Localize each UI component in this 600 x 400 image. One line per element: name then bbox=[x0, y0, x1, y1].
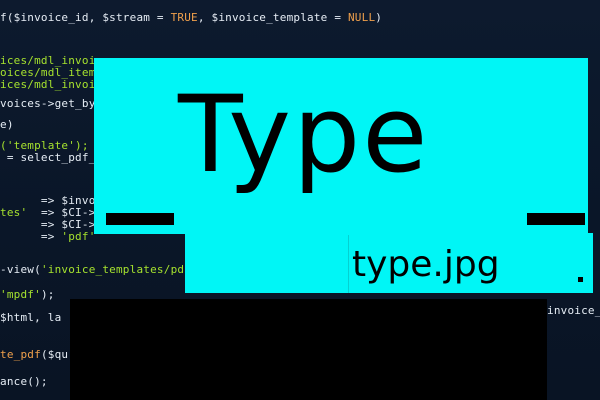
hero-title: Type bbox=[178, 73, 430, 196]
code-token: f($invoice_id, $stream = bbox=[0, 11, 171, 24]
code-line: voices->get_by_ bbox=[0, 97, 102, 110]
subtitle-dot bbox=[578, 277, 583, 282]
code-line: $html, la bbox=[0, 311, 61, 324]
code-token: -view( bbox=[0, 263, 41, 276]
hero-subtitle: type.jpg bbox=[352, 244, 500, 285]
subtitle-divider bbox=[348, 235, 349, 293]
code-line: = select_pdf_ bbox=[0, 151, 96, 164]
code-token: , $invoice_template = bbox=[197, 11, 348, 24]
code-line: f($invoice_id, $stream = TRUE, $invoice_… bbox=[0, 11, 382, 24]
code-token: 'invoice_templates/pdf bbox=[40, 263, 192, 276]
underscore-left bbox=[106, 213, 174, 225]
code-line: => 'pdf' bbox=[0, 230, 96, 243]
underscore-right bbox=[527, 213, 585, 225]
code-line: -view('invoice_templates/pdf bbox=[0, 263, 191, 276]
code-token: ($qu bbox=[40, 348, 69, 361]
code-token: TRUE bbox=[170, 11, 198, 24]
image-canvas: f($invoice_id, $stream = TRUE, $invoice_… bbox=[0, 0, 600, 400]
code-token: = select_pdf_ bbox=[0, 151, 96, 164]
code-token: ); bbox=[40, 288, 55, 301]
code-token: 'pdf' bbox=[61, 230, 96, 243]
code-token: e) bbox=[0, 118, 14, 131]
code-line: ices/mdl_invoic bbox=[0, 78, 102, 91]
code-token: ices/mdl_invoic bbox=[0, 78, 103, 91]
code-token: 'mpdf' bbox=[0, 288, 41, 301]
code-line: e) bbox=[0, 118, 14, 131]
code-token: te_pdf bbox=[0, 348, 41, 361]
black-block bbox=[70, 299, 547, 400]
code-token: $html, la bbox=[0, 311, 62, 324]
code-right-fragment: invoice_n bbox=[547, 304, 600, 317]
code-line: 'mpdf'); bbox=[0, 288, 55, 301]
code-token: ) bbox=[375, 11, 383, 24]
code-token: ance(); bbox=[0, 375, 48, 388]
code-token: => bbox=[0, 230, 62, 243]
code-token: voices->get_by_ bbox=[0, 97, 103, 110]
code-line: te_pdf($qu bbox=[0, 348, 68, 361]
code-line: ance(); bbox=[0, 375, 48, 388]
code-token: NULL bbox=[347, 11, 376, 24]
